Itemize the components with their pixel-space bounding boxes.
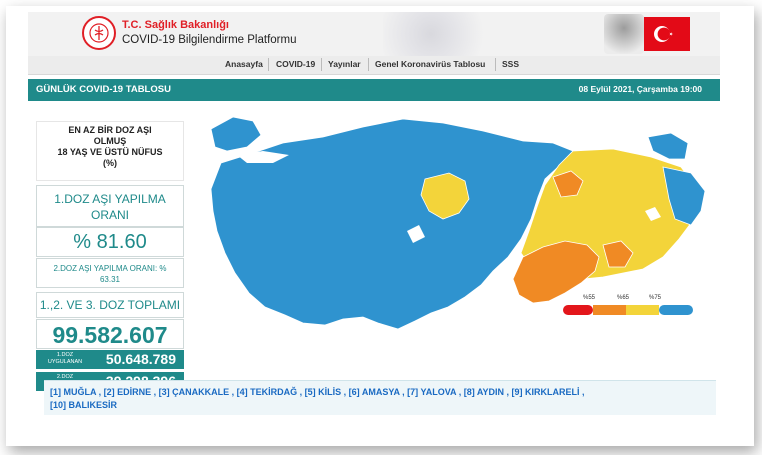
- nav-sss[interactable]: SSS: [502, 59, 519, 69]
- platform-title: COVID-19 Bilgilendirme Platformu: [122, 34, 297, 46]
- heading-line: OLMUŞ: [93, 136, 127, 146]
- dose1-rate-value: % 81.60: [36, 227, 184, 257]
- legend-swatch-orange: [593, 305, 626, 315]
- top-provinces-list: [1] MUĞLA , [2] EDİRNE , [3] ÇANAKKALE ,…: [50, 386, 710, 412]
- daily-table-bar: GÜNLÜK COVID-19 TABLOSU 08 Eylül 2021, Ç…: [28, 79, 720, 101]
- heading-line: 18 YAŞ VE ÜSTÜ NÜFUS: [57, 147, 163, 157]
- health-emblem-icon: [89, 23, 109, 43]
- turkish-flag-icon: [644, 17, 690, 51]
- heading-line: (%): [103, 158, 117, 168]
- nav-divider: [368, 58, 369, 71]
- screenshot-frame: T.C. Sağlık Bakanlığı COVID-19 Bilgilend…: [0, 0, 762, 455]
- nav-yayinlar[interactable]: Yayınlar: [328, 59, 361, 69]
- map-region-northeast-blue: [647, 132, 689, 160]
- total-doses-label: 1.,2. VE 3. DOZ TOPLAMI: [36, 292, 184, 318]
- legend-label: %75: [649, 295, 662, 301]
- dose1-applied-label: 1.DOZ UYGULANAN: [40, 352, 90, 366]
- ranking-line[interactable]: [10] BALIKESİR: [50, 399, 710, 412]
- nav-anasayfa[interactable]: Anasayfa: [225, 59, 263, 69]
- ranking-line[interactable]: [1] MUĞLA , [2] EDİRNE , [3] ÇANAKKALE ,…: [50, 386, 710, 399]
- map-region-thrace: [210, 116, 262, 152]
- main-nav: Anasayfa COVID-19 Yayınlar Genel Koronav…: [28, 56, 720, 75]
- legend-swatch-blue: [659, 305, 693, 315]
- label-line: 1.DOZ AŞI YAPILMA: [54, 192, 166, 206]
- nav-divider: [268, 58, 269, 71]
- legend-swatch-red: [563, 305, 593, 315]
- header-decoration: [383, 12, 503, 56]
- daily-table-title: GÜNLÜK COVID-19 TABLOSU: [36, 84, 171, 95]
- report-date: 08 Eylül 2021, Çarşamba 19:00: [578, 84, 702, 94]
- vaccination-legend: %55 %65 %75: [563, 295, 693, 315]
- legend-label: %65: [617, 295, 630, 301]
- ministry-logo[interactable]: [82, 16, 116, 50]
- site-header: T.C. Sağlık Bakanlığı COVID-19 Bilgilend…: [28, 12, 720, 57]
- label-line: UYGULANAN: [47, 359, 83, 365]
- label-line: 63.31: [99, 275, 121, 284]
- nav-divider: [495, 58, 496, 71]
- heading-line: EN AZ BİR DOZ AŞI: [68, 125, 152, 135]
- nav-divider: [321, 58, 322, 71]
- organization-name: T.C. Sağlık Bakanlığı: [122, 19, 229, 31]
- ataturk-portrait: [604, 14, 644, 54]
- dose1-applied-row: 1.DOZ UYGULANAN 50.648.789: [36, 350, 184, 369]
- top-provinces-panel: [1] MUĞLA , [2] EDİRNE , [3] ÇANAKKALE ,…: [44, 380, 716, 415]
- map-region-anatolia-blue: [210, 118, 574, 330]
- total-doses-value: 99.582.607: [36, 319, 184, 349]
- label-line: ORANI: [90, 208, 129, 222]
- nav-genel-tablo[interactable]: Genel Koronavirüs Tablosu: [375, 59, 485, 69]
- vaccination-heading: EN AZ BİR DOZ AŞI OLMUŞ 18 YAŞ VE ÜSTÜ N…: [36, 121, 184, 181]
- main-content: EN AZ BİR DOZ AŞI OLMUŞ 18 YAŞ VE ÜSTÜ N…: [28, 101, 720, 413]
- dose2-rate: 2.DOZ AŞI YAPILMA ORANI: % 63.31: [36, 258, 184, 288]
- dose1-rate-label: 1.DOZ AŞI YAPILMA ORANI: [36, 185, 184, 227]
- legend-label: %55: [583, 295, 596, 301]
- dose1-applied-value: 50.648.789: [105, 351, 176, 367]
- label-line: 2.DOZ AŞI YAPILMA ORANI: %: [53, 264, 167, 273]
- legend-swatch-yellow: [626, 305, 659, 315]
- nav-covid19[interactable]: COVID-19: [276, 59, 315, 69]
- label-line: 1.DOZ: [56, 352, 74, 358]
